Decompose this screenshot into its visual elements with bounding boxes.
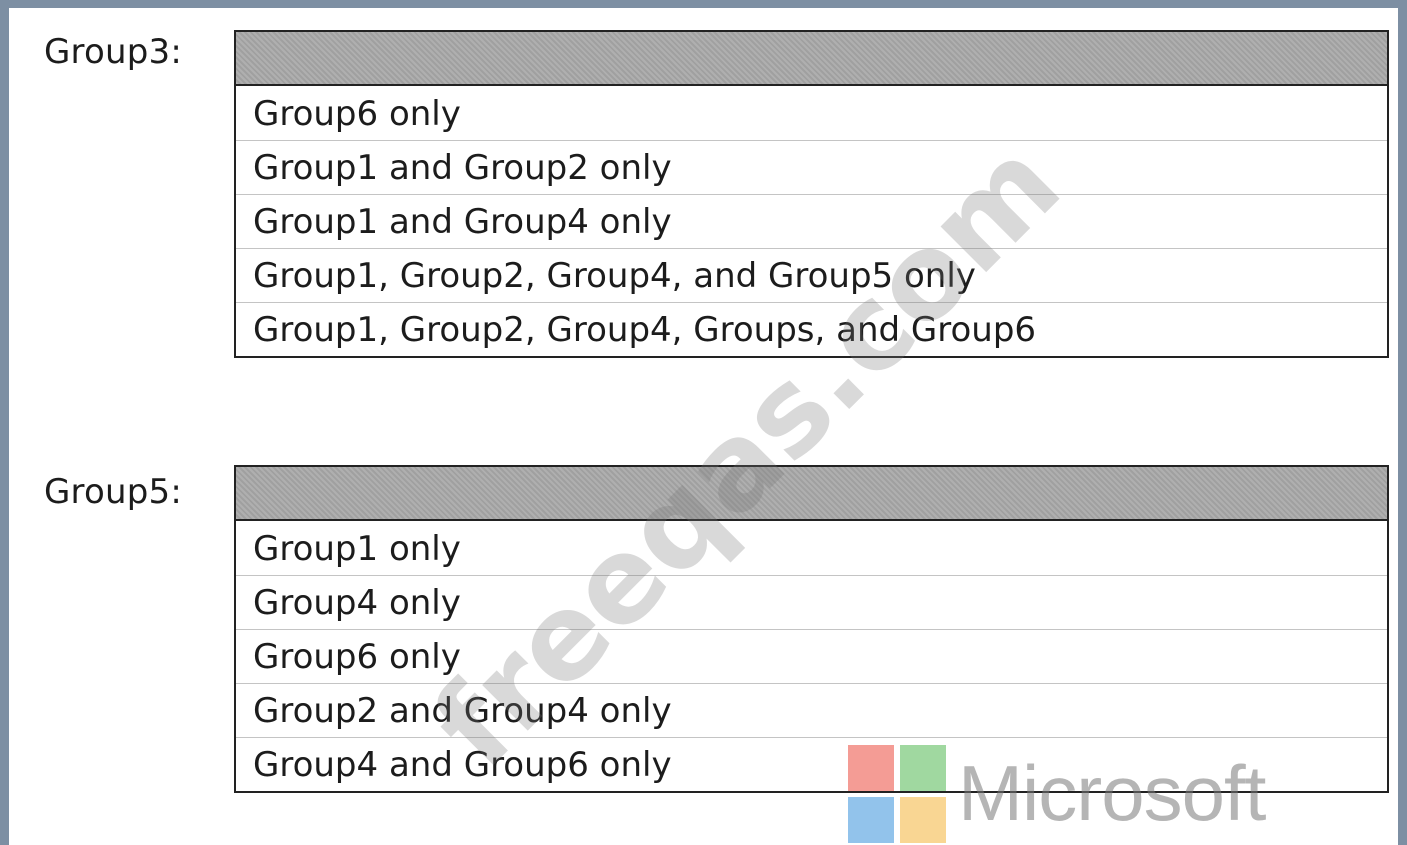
microsoft-wordmark: Microsoft	[958, 749, 1266, 837]
group5-option[interactable]: Group2 and Group4 only	[236, 683, 1387, 737]
group5-dropdown-selection[interactable]	[236, 467, 1387, 521]
group3-dropdown-selection[interactable]	[236, 32, 1387, 86]
group5-option[interactable]: Group4 only	[236, 575, 1387, 629]
logo-square-green	[900, 745, 946, 791]
group3-option[interactable]: Group1, Group2, Group4, Groups, and Grou…	[236, 302, 1387, 356]
group3-label: Group3:	[44, 32, 182, 72]
group5-option[interactable]: Group6 only	[236, 629, 1387, 683]
group3-option[interactable]: Group6 only	[236, 86, 1387, 140]
group3-dropdown[interactable]: Group6 only Group1 and Group2 only Group…	[234, 30, 1389, 358]
logo-square-yellow	[900, 797, 946, 843]
group5-label: Group5:	[44, 472, 182, 512]
group5-dropdown[interactable]: Group1 only Group4 only Group6 only Grou…	[234, 465, 1389, 793]
group3-option[interactable]: Group1 and Group4 only	[236, 194, 1387, 248]
group3-option[interactable]: Group1, Group2, Group4, and Group5 only	[236, 248, 1387, 302]
group5-option[interactable]: Group1 only	[236, 521, 1387, 575]
group3-options-list: Group6 only Group1 and Group2 only Group…	[236, 86, 1387, 356]
logo-square-red	[848, 745, 894, 791]
group3-option[interactable]: Group1 and Group2 only	[236, 140, 1387, 194]
logo-square-blue	[848, 797, 894, 843]
microsoft-logo-icon	[848, 745, 948, 845]
